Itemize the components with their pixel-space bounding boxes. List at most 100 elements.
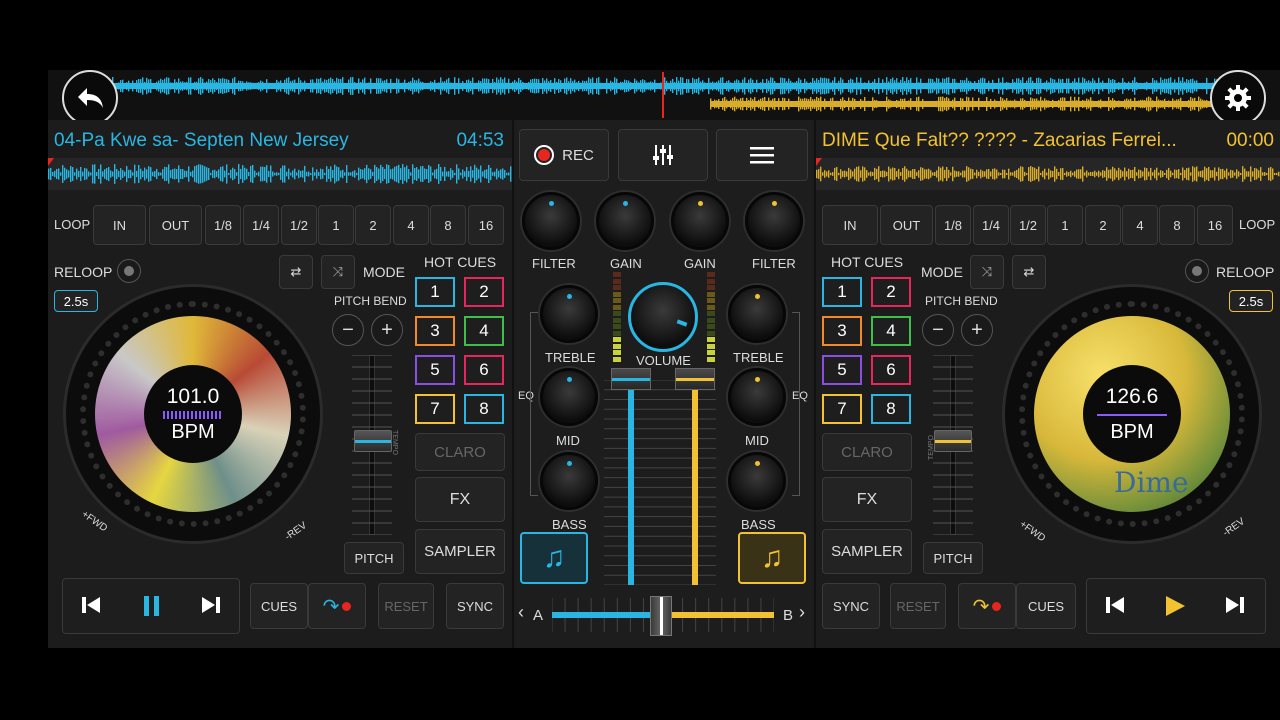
right-hot-cue-button[interactable]: 5 <box>822 355 862 385</box>
right-waveform[interactable] <box>816 158 1280 190</box>
rec-button[interactable]: REC <box>519 129 609 181</box>
left-channel-fader-handle[interactable] <box>611 368 651 390</box>
left-hot-cue-button[interactable]: 5 <box>415 355 455 385</box>
right-add-music-button[interactable]: ♫ <box>738 532 806 584</box>
crossfader-next[interactable]: › <box>799 602 805 623</box>
left-loop-size-button[interactable]: 1/4 <box>243 205 279 245</box>
left-sampler-button[interactable]: SAMPLER <box>415 529 505 574</box>
right-fx-button[interactable]: FX <box>822 477 912 522</box>
right-sampler-button[interactable]: SAMPLER <box>822 529 912 574</box>
left-loop-size-button[interactable]: 4 <box>393 205 429 245</box>
left-hot-cue-button[interactable]: 8 <box>464 394 504 424</box>
left-loop-in-button[interactable]: IN <box>93 205 146 245</box>
left-mid-knob[interactable] <box>540 368 598 426</box>
back-button[interactable] <box>62 70 118 126</box>
right-reloop-time[interactable]: 2.5s <box>1229 290 1273 312</box>
right-pitch-handle[interactable] <box>934 430 972 452</box>
left-waveform[interactable] <box>48 158 512 190</box>
right-hot-cue-button[interactable]: 7 <box>822 394 862 424</box>
right-loop-size-button[interactable]: 1 <box>1047 205 1083 245</box>
right-bass-knob[interactable] <box>728 452 786 510</box>
right-loop-size-button[interactable]: 4 <box>1122 205 1158 245</box>
left-loop-size-button[interactable]: 1/8 <box>205 205 241 245</box>
settings-button[interactable] <box>1210 70 1266 126</box>
left-hot-cue-button[interactable]: 1 <box>415 277 455 307</box>
right-pitch-plus[interactable]: + <box>961 314 993 346</box>
right-hot-cue-button[interactable]: 8 <box>871 394 911 424</box>
right-loop-size-button[interactable]: 1/8 <box>935 205 971 245</box>
left-hot-cue-button[interactable]: 6 <box>464 355 504 385</box>
left-reset-button[interactable]: RESET <box>378 583 434 629</box>
right-reloop-toggle[interactable] <box>1185 259 1209 283</box>
left-skip-back-button[interactable] <box>80 594 102 621</box>
right-skip-forward-button[interactable] <box>1224 594 1246 621</box>
right-mid-knob[interactable] <box>728 368 786 426</box>
left-fx-button[interactable]: FX <box>415 477 505 522</box>
right-claro-button[interactable]: CLARO <box>822 433 912 471</box>
right-hot-cue-button[interactable]: 1 <box>822 277 862 307</box>
right-loop-size-button[interactable]: 2 <box>1085 205 1121 245</box>
right-channel-fader-track[interactable] <box>692 380 698 585</box>
crossfader-track-right[interactable] <box>672 612 774 618</box>
left-hot-cue-button[interactable]: 3 <box>415 316 455 346</box>
master-volume-knob[interactable] <box>628 282 698 352</box>
left-gain-knob[interactable] <box>596 192 654 250</box>
right-repeat-button[interactable]: ⇄ <box>1012 255 1046 289</box>
crossfader-prev[interactable]: ‹ <box>518 602 524 623</box>
left-shuffle-button[interactable]: ⤨ <box>321 255 355 289</box>
right-hot-cue-button[interactable]: 2 <box>871 277 911 307</box>
left-reloop-toggle[interactable] <box>117 259 141 283</box>
left-claro-button[interactable]: CLARO <box>415 433 505 471</box>
left-filter-knob[interactable] <box>522 192 580 250</box>
left-cues-button[interactable]: CUES <box>250 583 308 629</box>
right-treble-knob[interactable] <box>728 285 786 343</box>
left-loop-size-button[interactable]: 1/2 <box>281 205 317 245</box>
overview-waveform[interactable] <box>110 72 1230 118</box>
left-repeat-button[interactable]: ⇄ <box>279 255 313 289</box>
left-pitch-button[interactable]: PITCH <box>344 542 404 574</box>
left-sync-button[interactable]: SYNC <box>446 583 504 629</box>
left-loop-size-button[interactable]: 16 <box>468 205 504 245</box>
right-loop-in-button[interactable]: IN <box>822 205 878 245</box>
left-pitch-minus[interactable]: − <box>332 314 364 346</box>
right-loop-size-button[interactable]: 1/4 <box>973 205 1009 245</box>
right-pitch-minus[interactable]: − <box>922 314 954 346</box>
right-loop-out-button[interactable]: OUT <box>880 205 933 245</box>
right-cues-button[interactable]: CUES <box>1016 583 1076 629</box>
left-bass-knob[interactable] <box>540 452 598 510</box>
right-shuffle-button[interactable]: ⤨ <box>970 255 1004 289</box>
left-skip-forward-button[interactable] <box>200 594 222 621</box>
left-add-music-button[interactable]: ♫ <box>520 532 588 584</box>
left-loop-size-button[interactable]: 2 <box>355 205 391 245</box>
right-skip-back-button[interactable] <box>1104 594 1126 621</box>
right-cue-record-button[interactable]: ↷ <box>958 583 1016 629</box>
right-play-button[interactable] <box>1164 594 1186 623</box>
left-loop-size-button[interactable]: 1 <box>318 205 354 245</box>
right-reset-button[interactable]: RESET <box>890 583 946 629</box>
right-loop-size-button[interactable]: 8 <box>1159 205 1195 245</box>
left-pitch-plus[interactable]: + <box>371 314 403 346</box>
right-sync-button[interactable]: SYNC <box>822 583 880 629</box>
left-reloop-time[interactable]: 2.5s <box>54 290 98 312</box>
right-loop-size-button[interactable]: 1/2 <box>1010 205 1046 245</box>
overview-waveform-bar[interactable] <box>48 70 1280 120</box>
crossfader-handle[interactable] <box>650 596 672 636</box>
crossfader-track-left[interactable] <box>552 612 656 618</box>
right-hot-cue-button[interactable]: 4 <box>871 316 911 346</box>
right-hot-cue-button[interactable]: 3 <box>822 316 862 346</box>
right-hot-cue-button[interactable]: 6 <box>871 355 911 385</box>
right-loop-size-button[interactable]: 16 <box>1197 205 1233 245</box>
left-hot-cue-button[interactable]: 7 <box>415 394 455 424</box>
left-pause-button[interactable] <box>141 594 163 623</box>
right-gain-knob[interactable] <box>671 192 729 250</box>
left-loop-out-button[interactable]: OUT <box>149 205 202 245</box>
left-hot-cue-button[interactable]: 2 <box>464 277 504 307</box>
menu-button[interactable] <box>716 129 808 181</box>
right-channel-fader-handle[interactable] <box>675 368 715 390</box>
right-pitch-button[interactable]: PITCH <box>923 542 983 574</box>
left-treble-knob[interactable] <box>540 285 598 343</box>
left-pitch-handle[interactable] <box>354 430 392 452</box>
mixer-settings-button[interactable] <box>618 129 708 181</box>
left-hot-cue-button[interactable]: 4 <box>464 316 504 346</box>
left-loop-size-button[interactable]: 8 <box>430 205 466 245</box>
